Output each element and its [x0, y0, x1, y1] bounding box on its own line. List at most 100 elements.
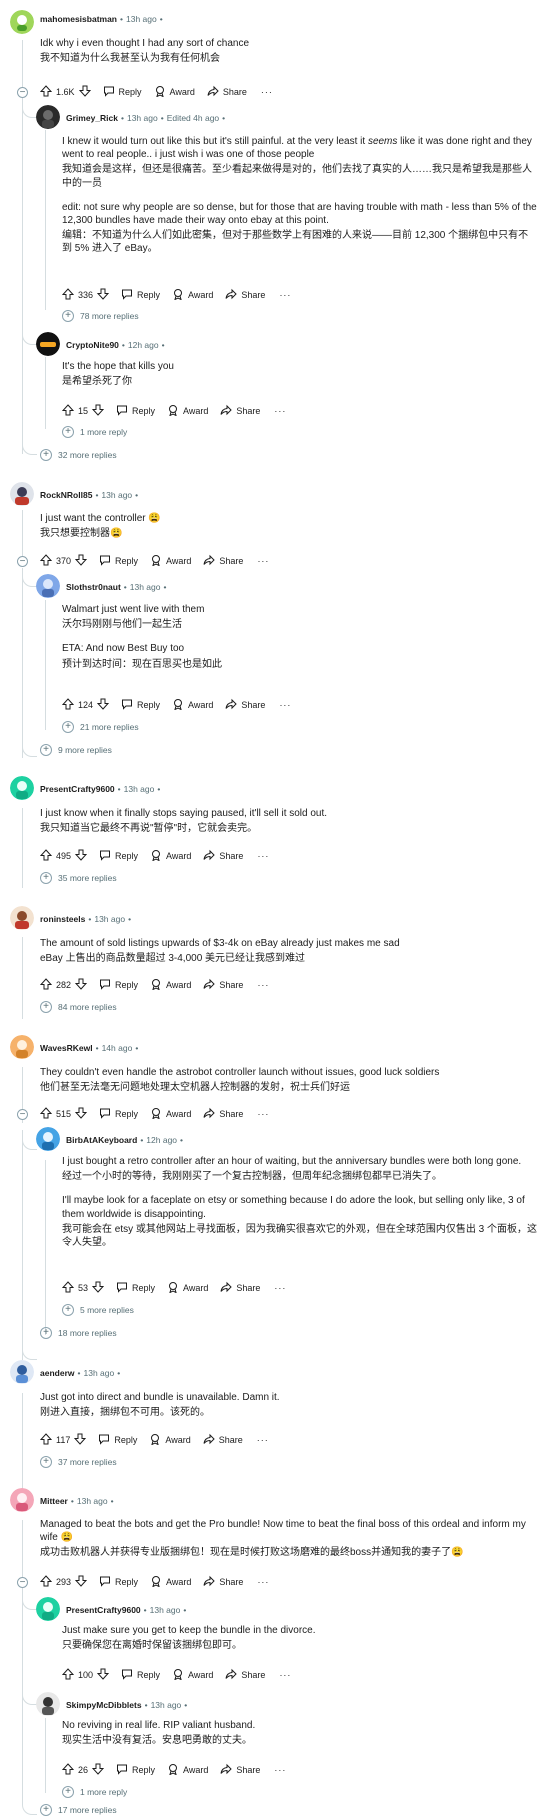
award-button[interactable]: Award — [150, 1107, 191, 1121]
upvote-icon[interactable] — [39, 849, 53, 863]
avatar[interactable] — [36, 1692, 60, 1716]
share-button[interactable]: Share — [220, 1281, 260, 1295]
award-button[interactable]: Award — [172, 288, 213, 302]
avatar[interactable] — [10, 1035, 34, 1059]
more-options-button[interactable]: ··· — [274, 1765, 286, 1775]
username[interactable]: aenderw — [40, 1368, 75, 1378]
share-button[interactable]: Share — [220, 1763, 260, 1777]
collapse-button[interactable]: − — [17, 87, 28, 98]
username[interactable]: CryptoNite90 — [66, 340, 119, 350]
more-options-button[interactable]: ··· — [257, 1435, 269, 1445]
more-replies-link[interactable]: +5 more replies — [62, 1304, 134, 1316]
upvote-icon[interactable] — [39, 85, 53, 99]
share-button[interactable]: Share — [225, 288, 265, 302]
reply-button[interactable]: Reply — [121, 288, 160, 302]
share-button[interactable]: Share — [203, 849, 243, 863]
avatar[interactable] — [36, 1127, 60, 1151]
username[interactable]: PresentCrafty9600 — [66, 1605, 141, 1615]
more-options-button[interactable]: ··· — [257, 556, 269, 566]
award-button[interactable]: Award — [149, 1433, 191, 1447]
more-options-button[interactable]: ··· — [274, 1283, 286, 1293]
award-button[interactable]: Award — [150, 849, 191, 863]
collapse-button[interactable]: − — [17, 556, 28, 567]
more-options-button[interactable]: ··· — [279, 700, 291, 710]
more-replies-link[interactable]: +84 more replies — [40, 1001, 117, 1013]
username[interactable]: WavesRKewl — [40, 1043, 93, 1053]
avatar[interactable] — [36, 332, 60, 356]
award-button[interactable]: Award — [167, 404, 208, 418]
avatar[interactable] — [10, 1488, 34, 1512]
downvote-icon[interactable] — [78, 85, 91, 99]
share-button[interactable]: Share — [220, 404, 260, 418]
award-button[interactable]: Award — [150, 1575, 191, 1589]
award-button[interactable]: Award — [172, 698, 213, 712]
share-button[interactable]: Share — [203, 1433, 243, 1447]
reply-button[interactable]: Reply — [99, 978, 138, 992]
downvote-icon[interactable] — [74, 1107, 88, 1121]
avatar[interactable] — [10, 1360, 34, 1384]
share-button[interactable]: Share — [203, 1575, 243, 1589]
downvote-icon[interactable] — [96, 288, 110, 302]
collapse-button[interactable]: − — [17, 1109, 28, 1120]
downvote-icon[interactable] — [74, 849, 88, 863]
more-replies-link[interactable]: +37 more replies — [40, 1456, 117, 1468]
collapse-button[interactable]: − — [17, 1577, 28, 1588]
share-button[interactable]: Share — [207, 85, 247, 99]
reply-button[interactable]: Reply — [99, 554, 138, 568]
more-options-button[interactable]: ··· — [257, 851, 269, 861]
downvote-icon[interactable] — [74, 1433, 87, 1447]
username[interactable]: roninsteels — [40, 914, 85, 924]
more-replies-link[interactable]: +1 more reply — [62, 426, 127, 438]
share-button[interactable]: Share — [225, 698, 265, 712]
username[interactable]: Grimey_Rick — [66, 113, 118, 123]
more-replies-link[interactable]: +9 more replies — [40, 744, 112, 756]
share-button[interactable]: Share — [203, 1107, 243, 1121]
reply-button[interactable]: Reply — [121, 698, 160, 712]
upvote-icon[interactable] — [61, 1281, 75, 1295]
downvote-icon[interactable] — [74, 1575, 88, 1589]
username[interactable]: mahomesisbatman — [40, 14, 117, 24]
more-replies-link[interactable]: +78 more replies — [62, 310, 139, 322]
downvote-icon[interactable] — [91, 1281, 105, 1295]
award-button[interactable]: Award — [150, 554, 191, 568]
reply-button[interactable]: Reply — [116, 1281, 155, 1295]
username[interactable]: SkimpyMcDibblets — [66, 1700, 142, 1710]
more-replies-link[interactable]: +21 more replies — [62, 721, 139, 733]
avatar[interactable] — [36, 574, 60, 598]
downvote-icon[interactable] — [96, 698, 110, 712]
reply-button[interactable]: Reply — [116, 404, 155, 418]
upvote-icon[interactable] — [61, 404, 75, 418]
more-options-button[interactable]: ··· — [279, 1670, 291, 1680]
upvote-icon[interactable] — [39, 1433, 53, 1447]
more-replies-link[interactable]: +18 more replies — [40, 1327, 117, 1339]
username[interactable]: Mitteer — [40, 1496, 68, 1506]
upvote-icon[interactable] — [39, 1107, 53, 1121]
reply-button[interactable]: Reply — [98, 1433, 137, 1447]
avatar[interactable] — [10, 10, 34, 34]
more-options-button[interactable]: ··· — [279, 290, 291, 300]
more-options-button[interactable]: ··· — [257, 1577, 269, 1587]
downvote-icon[interactable] — [74, 978, 88, 992]
more-options-button[interactable]: ··· — [261, 87, 273, 97]
avatar[interactable] — [10, 482, 34, 506]
reply-button[interactable]: Reply — [121, 1668, 160, 1682]
avatar[interactable] — [10, 906, 34, 930]
more-options-button[interactable]: ··· — [257, 980, 269, 990]
upvote-icon[interactable] — [61, 698, 75, 712]
downvote-icon[interactable] — [91, 404, 105, 418]
more-replies-link[interactable]: +17 more replies — [40, 1804, 117, 1816]
more-replies-link[interactable]: +35 more replies — [40, 872, 117, 884]
reply-button[interactable]: Reply — [116, 1763, 155, 1777]
award-button[interactable]: Award — [167, 1763, 208, 1777]
username[interactable]: PresentCrafty9600 — [40, 784, 115, 794]
upvote-icon[interactable] — [61, 1763, 75, 1777]
upvote-icon[interactable] — [61, 1668, 75, 1682]
more-replies-link[interactable]: +1 more reply — [62, 1786, 127, 1798]
upvote-icon[interactable] — [39, 554, 53, 568]
award-button[interactable]: Award — [154, 85, 195, 99]
avatar[interactable] — [36, 105, 60, 129]
share-button[interactable]: Share — [225, 1668, 265, 1682]
award-button[interactable]: Award — [167, 1281, 208, 1295]
more-options-button[interactable]: ··· — [274, 406, 286, 416]
upvote-icon[interactable] — [39, 978, 53, 992]
